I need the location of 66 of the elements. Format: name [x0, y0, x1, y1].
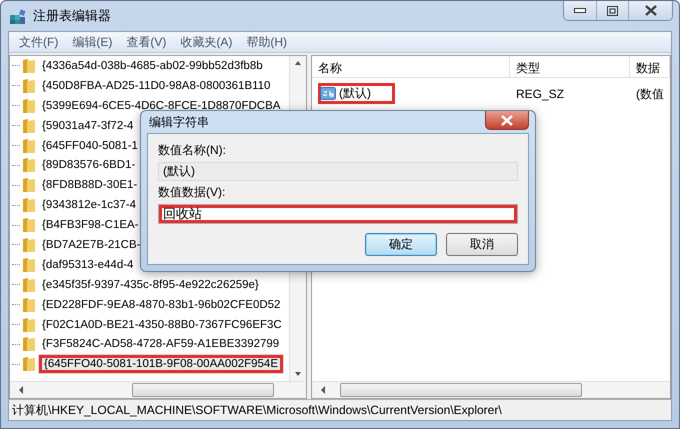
maximize-icon: [607, 6, 618, 16]
close-icon: [500, 114, 514, 126]
tree-item[interactable]: {daf95313-e44d-4: [38, 256, 138, 274]
maximize-button[interactable]: [596, 1, 628, 20]
menu-item[interactable]: 帮助(H): [240, 34, 293, 50]
menu-item[interactable]: 查看(V): [120, 34, 172, 50]
data-field[interactable]: 回收站: [158, 204, 518, 224]
dialog-button[interactable]: 确定: [365, 233, 437, 256]
folder-icon: [22, 276, 36, 293]
value-type: REG_SZ: [515, 87, 566, 101]
field-label: 数值数据(V):: [158, 184, 226, 201]
value-name[interactable]: (默认): [318, 83, 395, 104]
menu-item[interactable]: 收藏夹(A): [174, 34, 238, 50]
tree-item[interactable]: {B4FB3F98-C1EA-: [38, 216, 143, 234]
tree-item[interactable]: {645FFO40-5081-101B-9F08-00AA002F954E: [38, 354, 284, 374]
folder-icon: [22, 236, 36, 253]
folder-icon: [22, 356, 36, 372]
registry-cubes-icon: [9, 7, 27, 25]
scrollbar-thumb[interactable]: [132, 383, 274, 397]
tree-item[interactable]: {ED228FDF-9EA8-4870-83b1-96b02CFE0D52: [38, 296, 284, 314]
folder-icon: [22, 157, 36, 174]
horizontal-scrollbar[interactable]: [312, 381, 670, 398]
tree-item[interactable]: {F3F5824C-AD58-4728-AF59-A1EBE3392799: [38, 335, 284, 354]
horizontal-scrollbar[interactable]: [10, 381, 306, 398]
tree-item[interactable]: {450D8FBA-AD25-11D0-98A8-0800361B110: [38, 76, 274, 95]
column-header[interactable]: 类型: [510, 56, 630, 77]
folder-icon: [22, 316, 36, 333]
folder-icon: [22, 217, 36, 234]
value-data: (数值: [635, 86, 665, 102]
folder-icon: [22, 177, 36, 194]
field-label: 数值名称(N):: [158, 142, 227, 159]
dialog-button[interactable]: 取消: [446, 233, 518, 256]
dialog-title: 编辑字符串: [149, 114, 209, 130]
tree-item[interactable]: {F02C1A0D-BE21-4350-88B0-7367FC96EF3C: [38, 316, 286, 334]
folder-icon: [22, 58, 36, 74]
folder-icon: [22, 296, 36, 313]
folder-icon: [22, 336, 36, 352]
tree-item[interactable]: {5399E694-6CE5-4D6C-8FCE-1D8870FDCBA: [38, 96, 284, 115]
menu-item[interactable]: 编辑(E): [66, 34, 118, 50]
status-bar: 计算机\HKEY_LOCAL_MACHINE\SOFTWARE\Microsoft\Windows\CurrentVersion\Explorer\: [9, 399, 671, 420]
close-button[interactable]: [485, 111, 529, 130]
tree-item[interactable]: {4336a54d-038b-4685-ab02-99bb52d3fb8b: [38, 56, 267, 75]
folder-icon: [22, 78, 36, 94]
window-title: 注册表编辑器: [33, 7, 111, 25]
tree-item[interactable]: {8FD8B88D-30E1-: [38, 176, 142, 194]
tree-item[interactable]: {e345f35f-9397-435c-8f95-4e922c26259e}: [38, 276, 263, 294]
tree-item[interactable]: {59031a47-3f72-4: [38, 116, 138, 135]
tree-item[interactable]: {BD7A2E7B-21CB-: [38, 236, 144, 254]
name-field[interactable]: (默认): [158, 162, 518, 181]
minimize-button[interactable]: [564, 1, 596, 20]
folder-icon: [22, 98, 36, 114]
column-header[interactable]: 数据: [630, 56, 670, 77]
tree-item[interactable]: {89D83576-6BD1-: [38, 156, 140, 174]
string-value-icon: [320, 86, 336, 102]
folder-icon: [22, 138, 36, 154]
folder-icon: [22, 118, 36, 134]
close-icon: [644, 5, 658, 16]
menu-item[interactable]: 文件(F): [13, 34, 64, 50]
close-button[interactable]: [628, 1, 672, 20]
minimize-icon: [574, 8, 586, 13]
tree-item[interactable]: {645FF040-5081-1: [38, 136, 142, 154]
tree-item[interactable]: {9343812e-1c37-4: [38, 196, 140, 214]
column-header[interactable]: 名称: [312, 56, 510, 77]
folder-icon: [22, 197, 36, 214]
folder-icon: [22, 256, 36, 273]
scrollbar-thumb[interactable]: [340, 383, 582, 397]
